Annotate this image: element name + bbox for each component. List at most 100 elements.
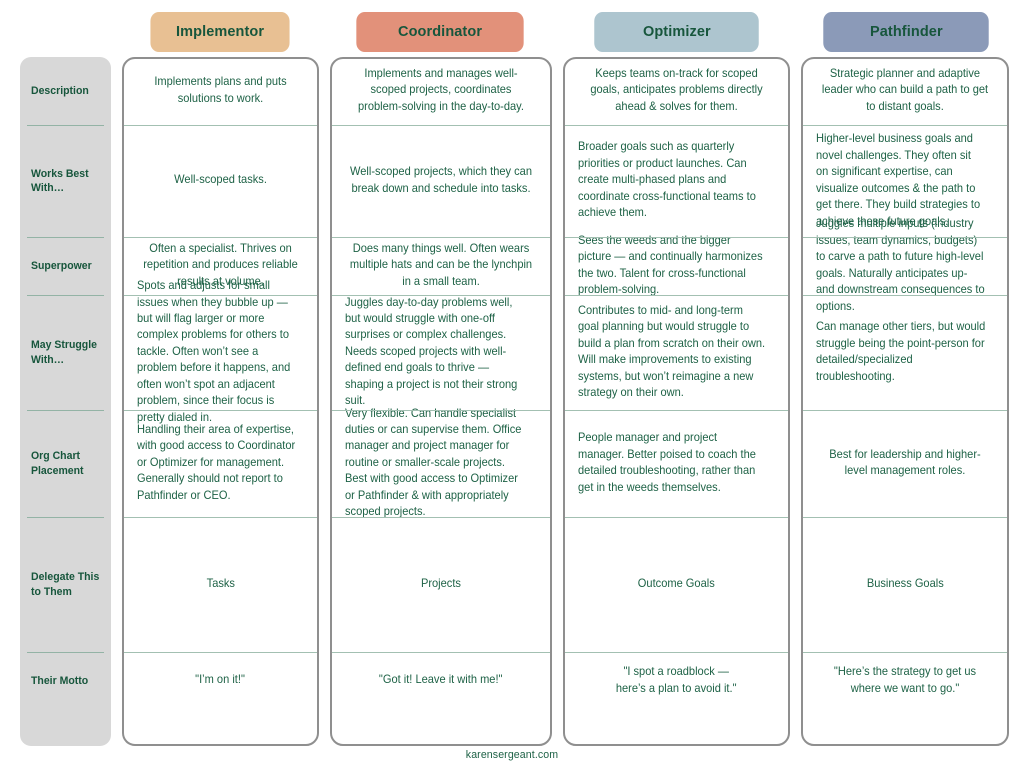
row-divider xyxy=(332,236,550,238)
row-divider xyxy=(565,294,788,296)
cell-text: "Here’s the strategy to get us where we … xyxy=(833,665,977,695)
cell-text: Does many things well. Often wears multi… xyxy=(349,241,533,288)
row-divider xyxy=(332,516,550,518)
row-divider xyxy=(803,409,1007,411)
row-label-column: Description Works Best With… Superpower May… xyxy=(20,57,111,746)
role-card-optimizer: Keeps teams on-track for scoped goals, a… xyxy=(563,57,790,746)
row-label-org-chart-placement: Org Chart Placement xyxy=(20,410,111,517)
cell-may-struggle-with-optimizer: Contributes to mid- and long-term goal p… xyxy=(565,295,788,410)
row-divider xyxy=(803,124,1007,126)
row-divider xyxy=(565,651,788,653)
cell-org-chart-placement-implementor: Handling their area of expertise, with g… xyxy=(124,410,317,517)
row-divider xyxy=(332,651,550,653)
role-pill-optimizer[interactable]: Optimizer xyxy=(594,12,759,52)
row-divider xyxy=(803,294,1007,296)
row-divider xyxy=(27,295,104,296)
cell-text: Tasks xyxy=(206,576,235,590)
cell-description-implementor: Implements plans and puts solutions to w… xyxy=(124,57,317,125)
cell-delegate-this-to-them-coordinator: Projects xyxy=(332,517,550,652)
role-pill-implementor[interactable]: Implementor xyxy=(150,12,290,52)
row-label-delegate-this-to-them: Delegate This to Them xyxy=(20,517,111,652)
role-pill-label: Implementor xyxy=(175,24,265,40)
row-divider xyxy=(332,409,550,411)
row-divider xyxy=(565,516,788,518)
cell-works-best-with-implementor: Well-scoped tasks. xyxy=(124,125,317,237)
row-divider xyxy=(124,516,317,518)
cell-text: Broader goals such as quarterly prioriti… xyxy=(578,140,756,220)
role-pill-pathfinder[interactable]: Pathfinder xyxy=(823,12,989,52)
cell-may-struggle-with-coordinator: Juggles day-to-day problems well, but wo… xyxy=(332,295,550,410)
cell-their-motto-implementor: "I’m on it!" xyxy=(124,652,317,710)
cell-text: Very flexible. Can handle specialist dut… xyxy=(345,406,522,519)
cell-description-coordinator: Implements and manages well-scoped proje… xyxy=(332,57,550,125)
row-label-their-motto: Their Motto xyxy=(20,652,111,710)
row-label-text: Their Motto xyxy=(31,674,89,687)
cell-text: Strategic planner and adaptive leader wh… xyxy=(821,66,989,113)
cell-description-pathfinder: Strategic planner and adaptive leader wh… xyxy=(803,57,1007,125)
cell-text: "Got it! Leave it with me!" xyxy=(379,673,503,687)
cell-superpower-coordinator: Does many things well. Often wears multi… xyxy=(332,237,550,295)
cell-org-chart-placement-pathfinder: Best for leadership and higher-level man… xyxy=(803,410,1007,517)
row-divider xyxy=(124,294,317,296)
cell-org-chart-placement-optimizer: People manager and project manager. Bett… xyxy=(565,410,788,517)
comparison-table-infographic: Implementor Coordinator Optimizer Pathfinde… xyxy=(0,0,1024,768)
role-pill-label: Coordinator xyxy=(397,24,483,40)
role-header-row: Implementor Coordinator Optimizer Pathfinde… xyxy=(0,12,1024,52)
cell-text: Projects xyxy=(420,576,461,590)
row-label-text: Works Best With… xyxy=(31,167,89,194)
cell-text: Can manage other tiers, but would strugg… xyxy=(816,320,986,383)
cell-their-motto-coordinator: "Got it! Leave it with me!" xyxy=(332,652,550,710)
row-divider xyxy=(27,517,104,518)
row-divider xyxy=(124,409,317,411)
cell-text: Business Goals xyxy=(866,576,944,590)
row-label-text: Delegate This to Them xyxy=(31,571,100,598)
row-label-may-struggle-with: May Struggle With… xyxy=(20,295,111,410)
cell-text: Well-scoped tasks. xyxy=(174,173,267,187)
row-label-works-best-with: Works Best With… xyxy=(20,125,111,237)
cell-text: Higher-level business goals and novel ch… xyxy=(816,132,981,228)
role-pill-coordinator[interactable]: Coordinator xyxy=(356,12,524,52)
cell-text: Spots and adjusts for small issues when … xyxy=(137,279,291,424)
footer-credit[interactable]: karensergeant.com xyxy=(0,749,1024,761)
cell-text: Juggles day-to-day problems well, but wo… xyxy=(345,295,518,408)
row-label-superpower: Superpower xyxy=(20,237,111,295)
role-card-pathfinder: Strategic planner and adaptive leader wh… xyxy=(801,57,1009,746)
cell-delegate-this-to-them-implementor: Tasks xyxy=(124,517,317,652)
role-card-coordinator: Implements and manages well-scoped proje… xyxy=(330,57,552,746)
row-label-text: Superpower xyxy=(31,259,92,272)
row-divider xyxy=(803,236,1007,238)
cell-text: Handling their area of expertise, with g… xyxy=(137,422,296,502)
role-pill-label: Optimizer xyxy=(642,24,711,40)
cell-their-motto-optimizer: "I spot a roadblock — here’s a plan to a… xyxy=(565,652,788,710)
cell-superpower-pathfinder: Juggles multiple inputs (industry issues… xyxy=(803,217,1007,312)
cell-text: Contributes to mid- and long-term goal p… xyxy=(578,303,766,399)
row-divider xyxy=(27,410,104,411)
row-label-text: Description xyxy=(31,84,89,97)
cell-text: Implements and manages well-scoped proje… xyxy=(358,66,524,113)
row-label-text: May Struggle With… xyxy=(31,339,97,366)
row-divider xyxy=(565,124,788,126)
cell-text: "I’m on it!" xyxy=(195,673,246,687)
cell-text: Implements plans and puts solutions to w… xyxy=(154,75,287,105)
row-divider xyxy=(332,294,550,296)
role-pill-label: Pathfinder xyxy=(869,24,943,40)
cell-text: Outcome Goals xyxy=(638,576,715,590)
row-divider xyxy=(332,124,550,126)
cell-text: "I spot a roadblock — here’s a plan to a… xyxy=(616,665,737,695)
row-divider xyxy=(565,236,788,238)
cell-description-optimizer: Keeps teams on-track for scoped goals, a… xyxy=(565,57,788,125)
row-label-text: Org Chart Placement xyxy=(31,450,84,477)
row-divider xyxy=(803,516,1007,518)
cell-may-struggle-with-pathfinder: Can manage other tiers, but would strugg… xyxy=(803,295,1007,410)
row-divider xyxy=(27,237,104,238)
role-card-implementor: Implements plans and puts solutions to w… xyxy=(122,57,319,746)
row-divider xyxy=(803,651,1007,653)
cell-org-chart-placement-coordinator: Very flexible. Can handle specialist dut… xyxy=(332,407,550,519)
cell-text: Keeps teams on-track for scoped goals, a… xyxy=(590,66,763,113)
row-divider xyxy=(565,409,788,411)
row-divider xyxy=(124,124,317,126)
cell-text: Well-scoped projects, which they can bre… xyxy=(350,165,532,195)
cell-their-motto-pathfinder: "Here’s the strategy to get us where we … xyxy=(803,652,1007,710)
cell-works-best-with-coordinator: Well-scoped projects, which they can bre… xyxy=(332,125,550,237)
cell-text: People manager and project manager. Bett… xyxy=(578,431,756,494)
